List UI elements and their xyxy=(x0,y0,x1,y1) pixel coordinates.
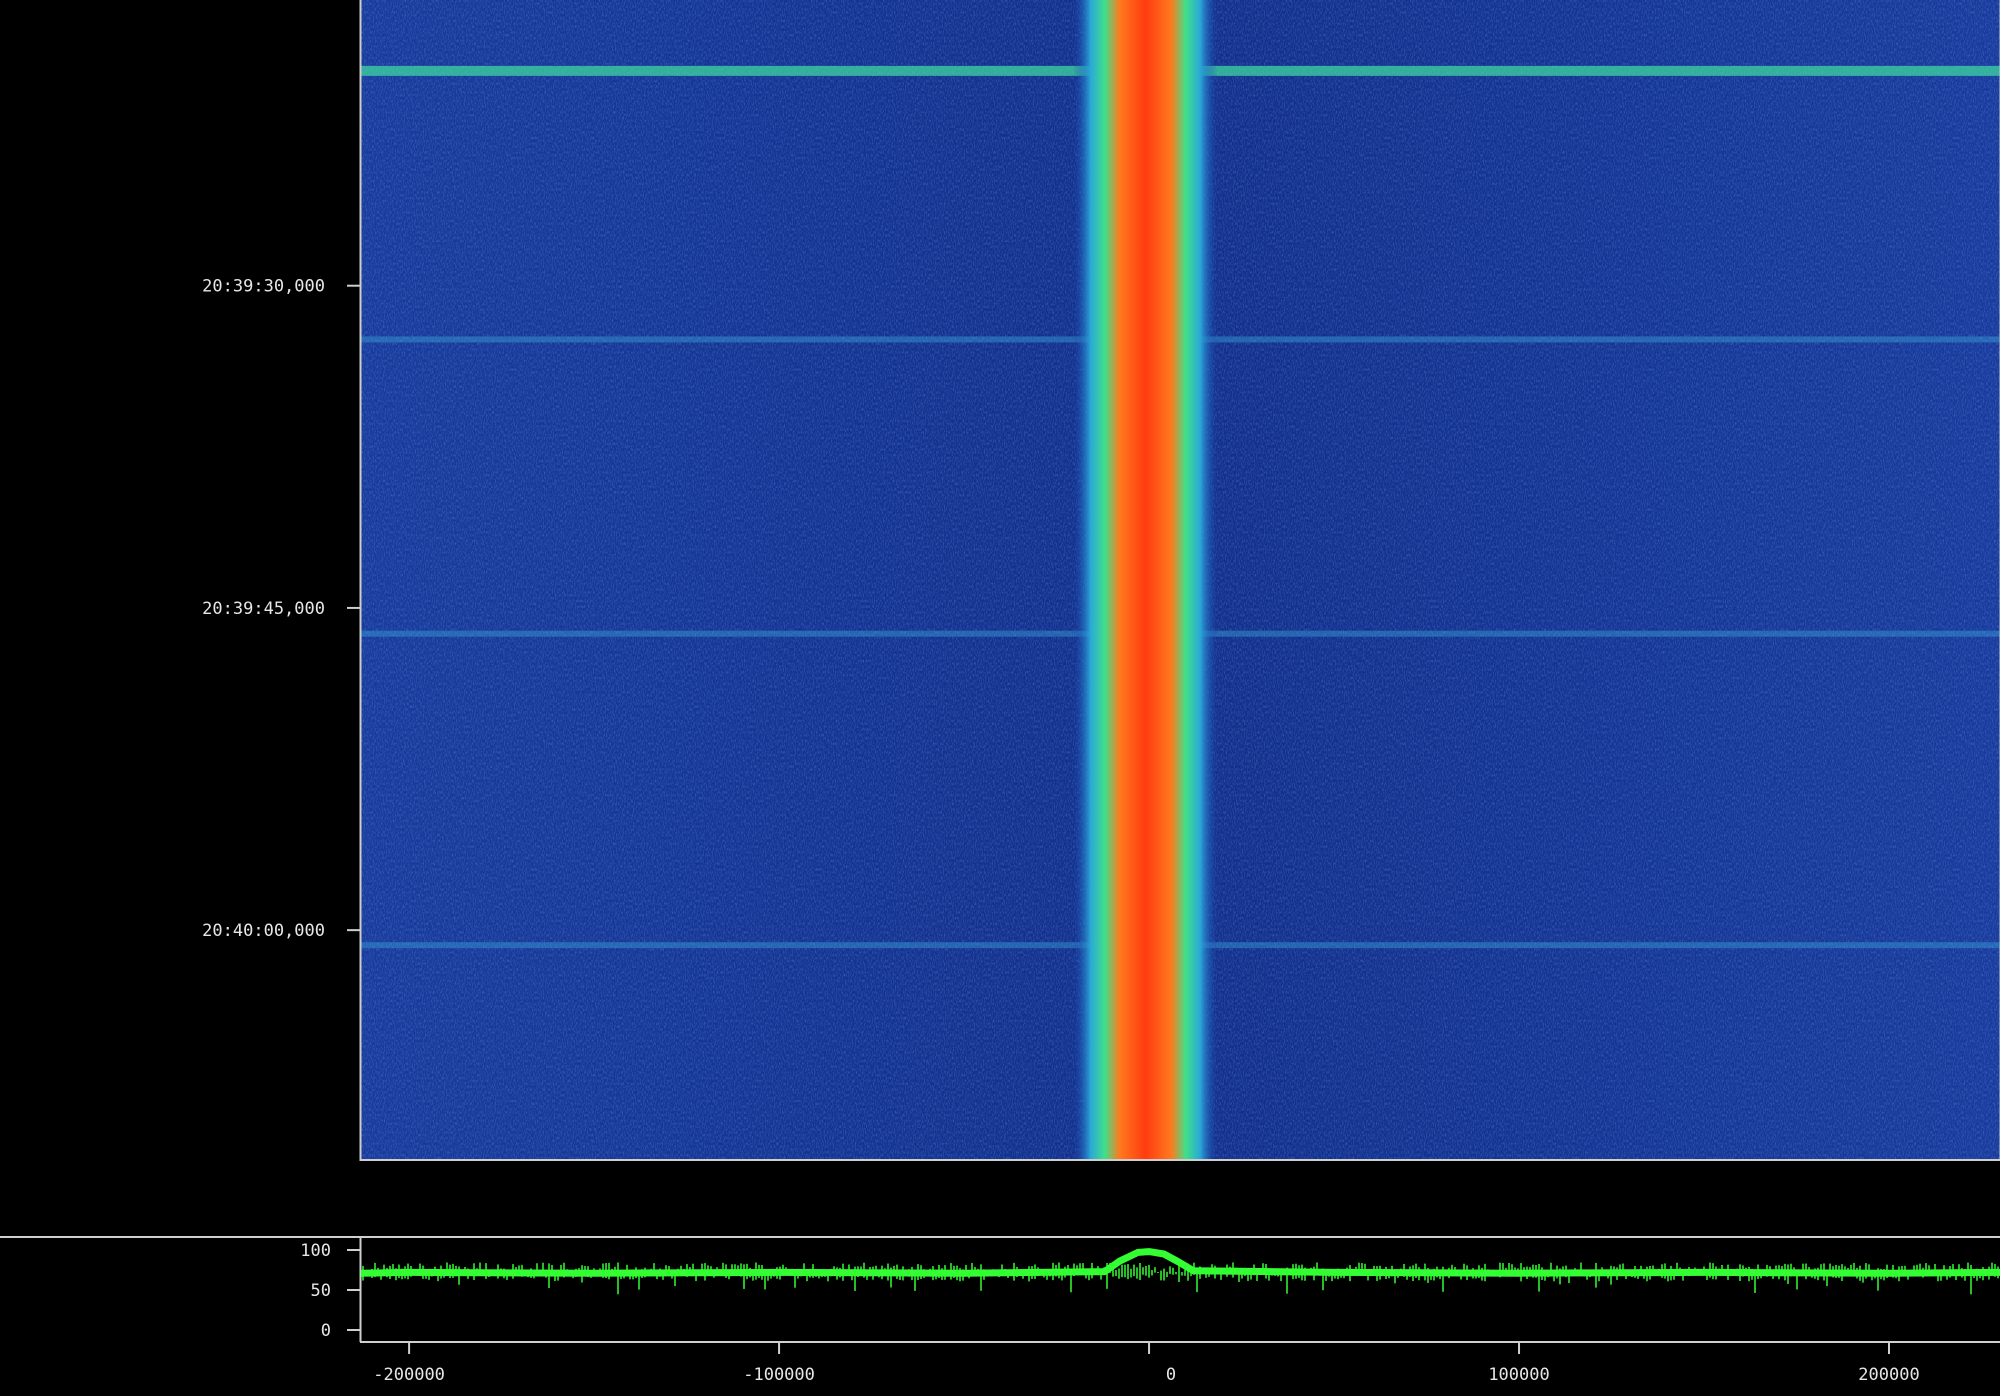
waterfall-plot xyxy=(361,0,2000,1160)
time-tick-label: 20:39:45,000 xyxy=(202,599,325,619)
level-axis: 100 50 0 xyxy=(300,1241,361,1341)
frequency-tick-label: 200000 xyxy=(1858,1365,1919,1385)
level-tick-label: 50 xyxy=(311,1281,331,1301)
spectrum-viewer: 20:39:30,000 20:39:45,000 20:40:00,000 1… xyxy=(0,0,2000,1385)
frequency-tick-label: 0 xyxy=(1166,1365,1176,1385)
time-axis: 20:39:30,000 20:39:45,000 20:40:00,000 xyxy=(202,277,361,941)
frequency-tick-label: -200000 xyxy=(373,1365,445,1385)
spectrum-noise-spikes xyxy=(362,1262,1999,1295)
carrier-trace xyxy=(1073,0,1218,1160)
time-tick-label: 20:39:30,000 xyxy=(202,277,325,297)
spectrum-plot xyxy=(360,1248,2000,1295)
level-tick-label: 0 xyxy=(321,1321,331,1341)
frequency-axis: -200000 -100000 0 100000 200000 xyxy=(373,1342,1920,1385)
frequency-tick-label: 100000 xyxy=(1488,1365,1549,1385)
spectrum-series-line xyxy=(360,1248,2000,1277)
frequency-tick-label: -100000 xyxy=(743,1365,815,1385)
level-tick-label: 100 xyxy=(300,1241,331,1261)
time-tick-label: 20:40:00,000 xyxy=(202,921,325,941)
